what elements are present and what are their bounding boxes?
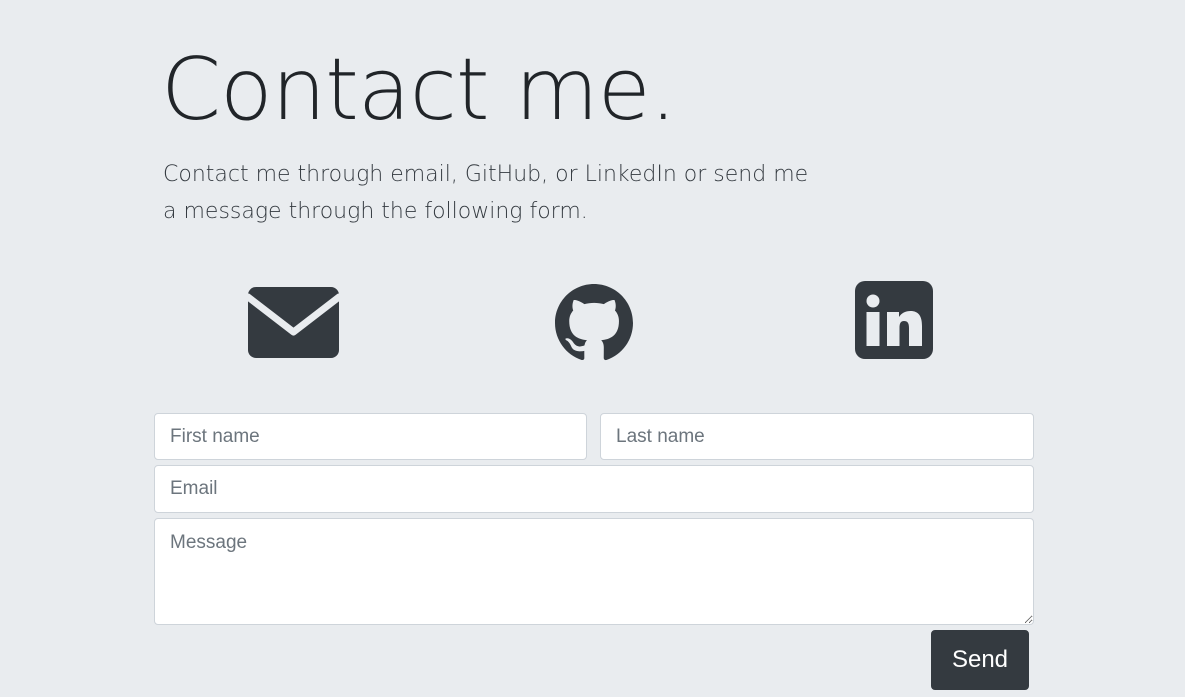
page-title: Contact me. <box>161 40 677 140</box>
last-name-input[interactable] <box>600 413 1034 460</box>
github-link[interactable] <box>555 284 633 362</box>
linkedin-link[interactable] <box>855 281 933 359</box>
envelope-icon <box>248 287 339 358</box>
linkedin-icon <box>855 281 933 359</box>
email-input[interactable] <box>154 465 1034 513</box>
page-lead: Contact me through email, GitHub, or Lin… <box>163 162 809 224</box>
github-icon <box>555 284 633 362</box>
message-textarea[interactable] <box>154 518 1034 625</box>
first-name-input[interactable] <box>154 413 587 460</box>
email-link[interactable] <box>248 287 339 358</box>
send-button[interactable]: Send <box>931 630 1029 690</box>
